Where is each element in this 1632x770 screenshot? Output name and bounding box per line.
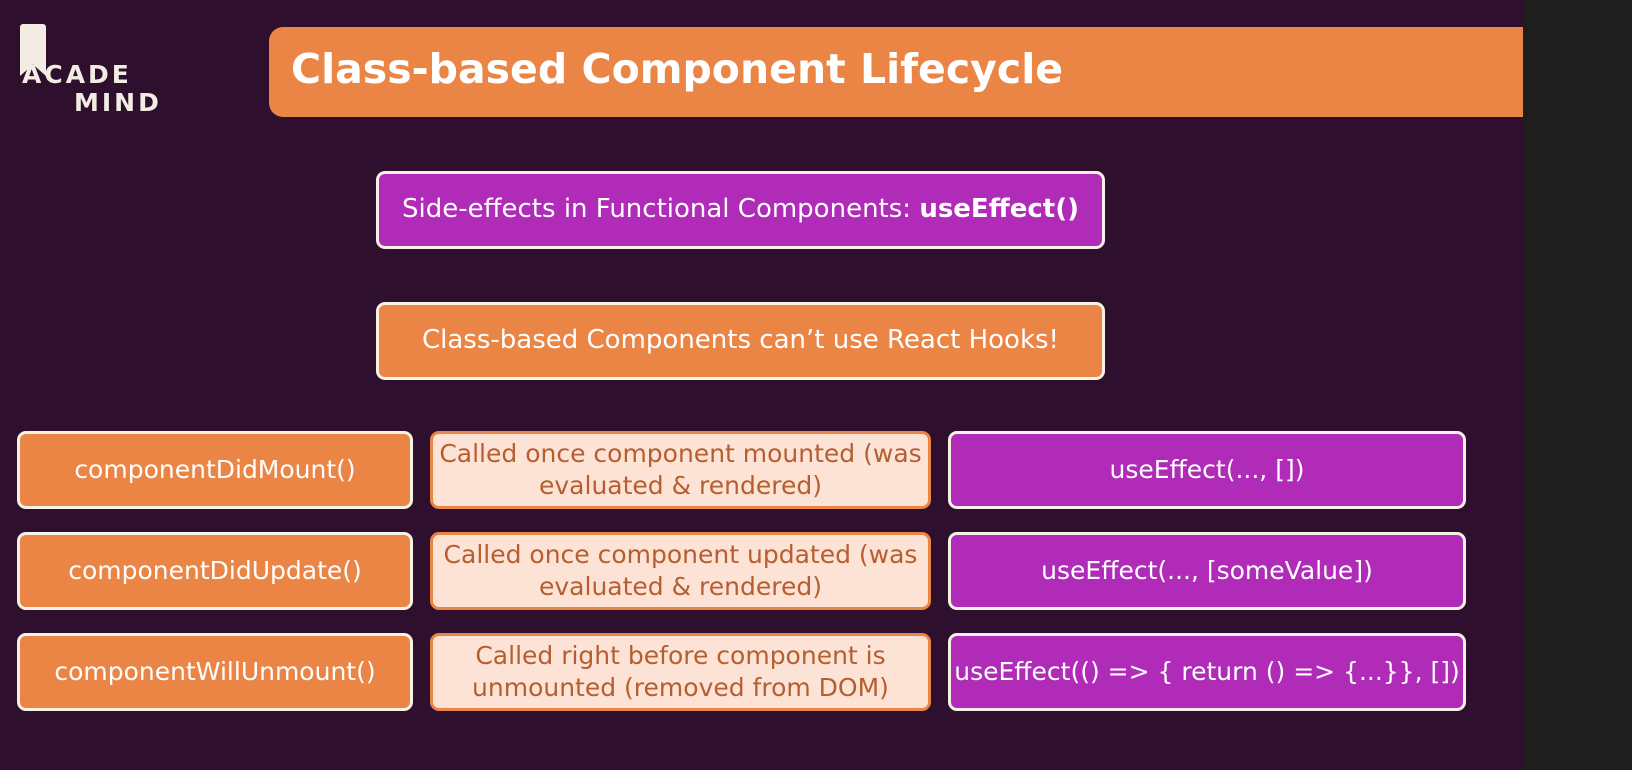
method-cell-will-unmount: componentWillUnmount() [17,633,413,711]
description-cell-will-unmount: Called right before component is unmount… [430,633,931,711]
slide-title: Class-based Component Lifecycle [291,45,1064,93]
logo-text-line1: ACADE [22,60,132,89]
class-note-callout: Class-based Components can’t use React H… [376,302,1105,380]
method-cell-did-mount: componentDidMount() [17,431,413,509]
academind-logo: ACADE MIND [14,24,164,117]
hook-cell-did-mount: useEffect(..., []) [948,431,1466,509]
description-cell-did-mount: Called once component mounted (was evalu… [430,431,931,509]
title-banner: Class-based Component Lifecycle [269,27,1523,117]
hooks-callout: Side-effects in Functional Components: u… [376,171,1105,249]
right-gutter [1523,0,1632,770]
hooks-callout-bold: useEffect() [919,194,1079,225]
slide: ACADE MIND Class-based Component Lifecyc… [0,0,1523,770]
logo-text-line2: MIND [74,88,162,117]
hook-cell-did-update: useEffect(..., [someValue]) [948,532,1466,610]
hooks-callout-text: Side-effects in Functional Components: [402,194,920,225]
hook-cell-will-unmount: useEffect(() => { return () => {...}}, [… [948,633,1466,711]
method-cell-did-update: componentDidUpdate() [17,532,413,610]
description-cell-did-update: Called once component updated (was evalu… [430,532,931,610]
